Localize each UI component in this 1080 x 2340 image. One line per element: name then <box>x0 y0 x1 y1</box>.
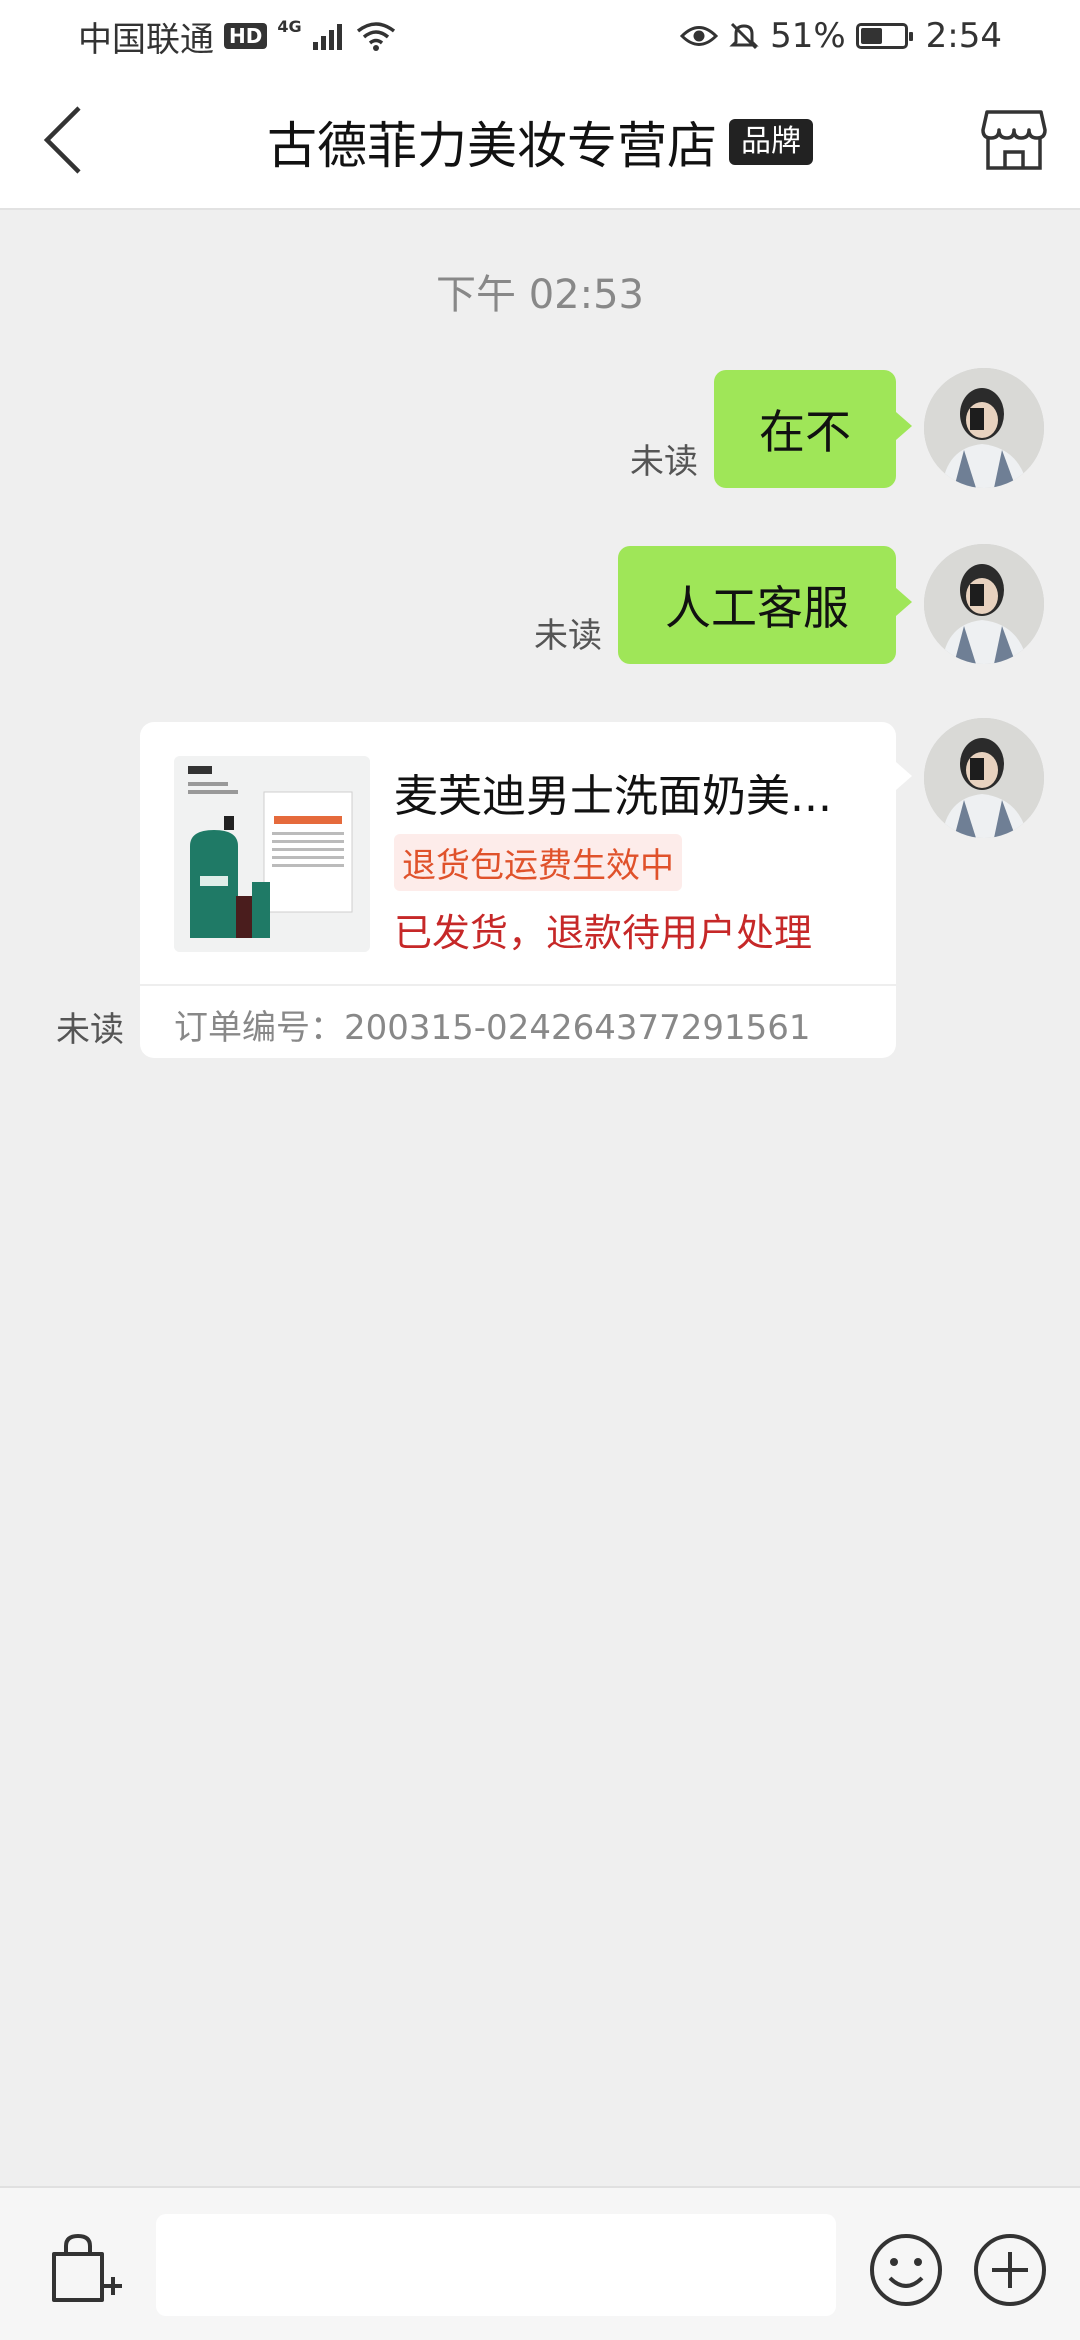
battery-percent: 51% <box>770 16 846 56</box>
read-status: 未读 <box>534 616 602 656</box>
avatar-image <box>924 544 1044 664</box>
store-icon <box>981 110 1047 170</box>
avatar[interactable] <box>924 718 1044 838</box>
product-image <box>174 756 370 952</box>
hd-badge: HD <box>224 23 268 49</box>
signal-icon <box>312 24 342 50</box>
page-title: 古德菲力美妆专营店 <box>267 117 717 175</box>
brand-badge: 品牌 <box>729 119 813 165</box>
card-divider <box>140 984 896 986</box>
avatar-image <box>924 368 1044 488</box>
emoji-icon <box>870 2234 942 2306</box>
read-status: 未读 <box>630 442 698 482</box>
shopping-bag-add-icon <box>52 2233 122 2302</box>
message-input[interactable] <box>156 2214 836 2316</box>
status-left: 中国联通 HD 4G <box>78 12 396 61</box>
battery-fill <box>860 28 883 44</box>
product-title: 麦芙迪男士洗面奶美... <box>394 771 832 822</box>
emoji-button[interactable] <box>866 2230 946 2310</box>
status-right: 51% 2:54 <box>680 16 1002 56</box>
wifi-icon <box>356 22 395 51</box>
order-card[interactable]: 麦芙迪男士洗面奶美... 退货包运费生效中 已发货，退款待用户处理 订单编号：2… <box>140 722 912 1058</box>
product-thumbnail <box>174 756 370 952</box>
avatar[interactable] <box>924 368 1044 488</box>
plus-icon <box>974 2234 1046 2306</box>
chat-timestamp: 下午 02:53 <box>436 272 644 318</box>
header-title-wrap: 古德菲力美妆专营店 品牌 <box>0 106 1080 178</box>
avatar[interactable] <box>924 544 1044 664</box>
status-bar: 中国联通 HD 4G 51% 2:54 <box>0 0 1080 72</box>
carrier-name: 中国联通 <box>78 19 214 60</box>
message-bubble[interactable]: 在不 <box>714 370 912 488</box>
network-type: 4G <box>277 16 302 36</box>
message-bubble[interactable]: 人工客服 <box>618 546 912 664</box>
battery-icon <box>855 23 913 49</box>
input-bar <box>0 2186 1080 2340</box>
order-number[interactable]: 订单编号：200315-024264377291561 <box>174 1000 811 1049</box>
order-status: 已发货，退款待用户处理 <box>394 911 813 955</box>
read-status: 未读 <box>56 1010 124 1050</box>
store-button[interactable] <box>976 102 1052 178</box>
bell-muted-icon <box>729 22 759 50</box>
eye-icon <box>680 26 719 46</box>
chat-header: 古德菲力美妆专营店 品牌 <box>0 72 1080 210</box>
order-picker-button[interactable] <box>46 2230 126 2310</box>
avatar-image <box>924 718 1044 838</box>
more-button[interactable] <box>970 2230 1050 2310</box>
return-shipping-tag: 退货包运费生效中 <box>394 834 682 891</box>
clock: 2:54 <box>925 16 1002 56</box>
